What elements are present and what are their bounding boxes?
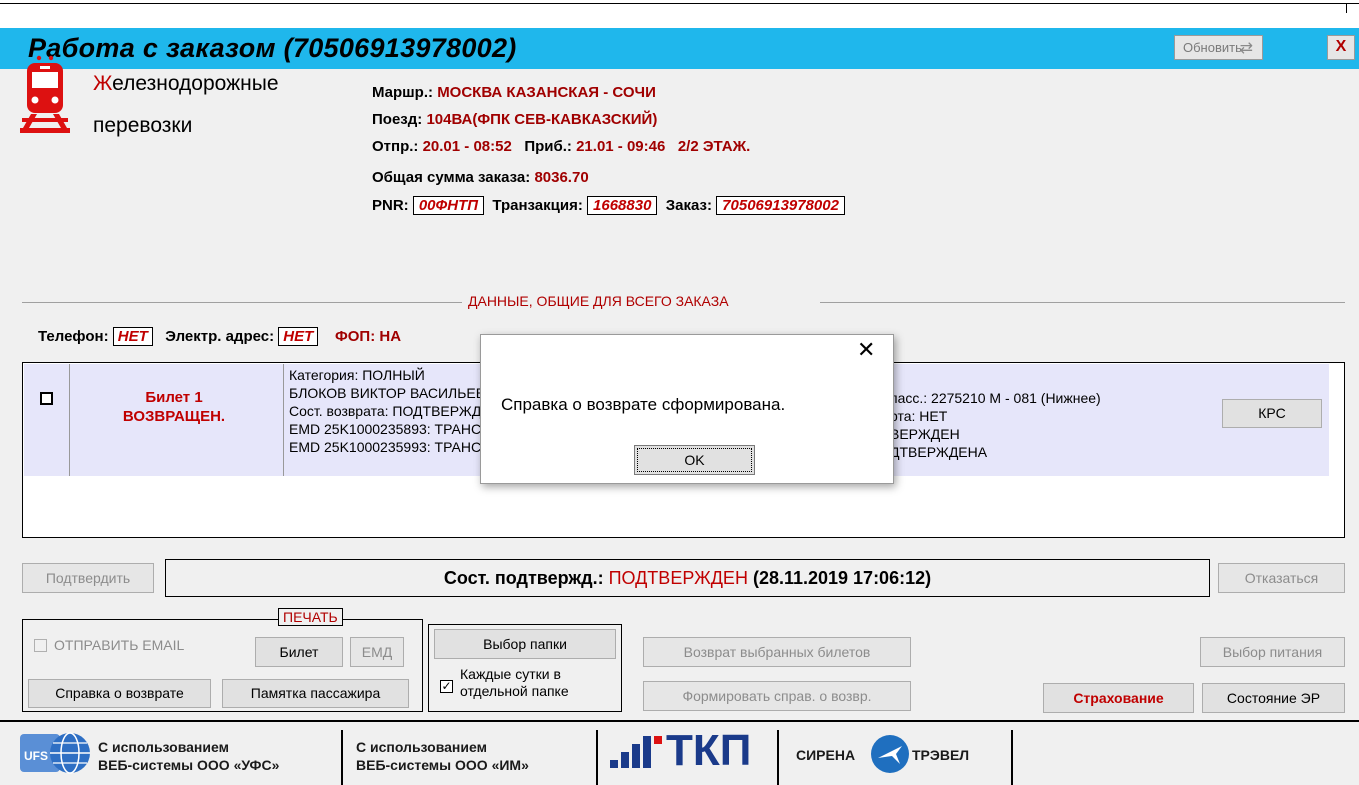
floor-value: 2/2 ЭТАЖ. — [677, 138, 751, 155]
total-line: Общая сумма заказа: 8036.70 — [372, 169, 589, 186]
send-email-checkbox[interactable] — [34, 639, 47, 652]
title-bar: Работа с заказом (70506913978002) Обнови… — [0, 28, 1359, 69]
departure-value: 20.01 - 08:52 — [422, 138, 512, 155]
ufs-logo-icon: UFS — [20, 732, 90, 774]
ticket-details: Категория: ПОЛНЫЙ БЛОКОВ ВИКТОР ВАСИЛЬЕВ… — [289, 367, 511, 455]
return-selected-button[interactable]: Возврат выбранных билетов — [643, 637, 911, 667]
footer-divider — [596, 730, 598, 785]
refund-dialog: ✕ Справка о возврате сформирована. OK — [480, 334, 894, 484]
common-data-title: ДАННЫЕ, ОБЩИЕ ДЛЯ ВСЕГО ЗАКАЗА — [468, 293, 729, 309]
cancel-button[interactable]: Отказаться — [1218, 563, 1345, 593]
insurance-button[interactable]: Страхование — [1043, 683, 1194, 713]
dialog-titlebar: ✕ — [481, 335, 893, 373]
sirena-left-text: СИРЕНА — [796, 747, 856, 763]
group-divider-right — [820, 302, 1345, 303]
window-title: Работа с заказом (70506913978002) — [28, 33, 517, 63]
departure-line: Отпр.: 20.01 - 08:52 Приб.: 21.01 - 09:4… — [372, 138, 751, 155]
choose-folder-button[interactable]: Выбор папки — [434, 629, 616, 659]
contacts-line: Телефон: НЕТ Электр. адрес: НЕТ ФОП: НА — [38, 327, 402, 346]
company-name-line1: Железнодорожные — [93, 72, 279, 95]
top-border-tick — [1346, 3, 1347, 13]
confirm-button[interactable]: Подтвердить — [22, 563, 154, 593]
ufs-caption: С использованием ВЕБ-системы ООО «УФС» — [98, 739, 280, 773]
phone-value: НЕТ — [112, 327, 153, 346]
ticket-status: Билет 1 ВОЗВРАЩЕН. — [122, 389, 226, 425]
tkp-logo-text: ТКП — [666, 726, 752, 775]
im-caption: С использованием ВЕБ-системы ООО «ИМ» — [356, 739, 529, 773]
footer-im: С использованием ВЕБ-системы ООО «ИМ» — [356, 722, 591, 785]
email-value: НЕТ — [278, 327, 319, 346]
fop-value: НА — [379, 328, 402, 345]
form-refund-button[interactable]: Формировать справ. о возвр. — [643, 681, 911, 711]
refresh-button[interactable]: Обновить ⇄ — [1174, 35, 1263, 60]
ticket-select-checkbox[interactable] — [40, 392, 53, 405]
route-value: МОСКВА КАЗАНСКАЯ - СОЧИ — [437, 84, 656, 101]
sirena-plane-icon — [871, 735, 909, 773]
print-emd-button[interactable]: ЕМД — [350, 637, 404, 667]
footer-divider — [777, 730, 779, 785]
train-line: Поезд: 104ВА(ФПК СЕВ-КАВКАЗСКИЙ) — [372, 111, 658, 128]
footer-sirena: СИРЕНА ТРЭВЕЛ — [796, 722, 1011, 785]
order-value: 70506913978002 — [716, 196, 845, 215]
meal-selection-button[interactable]: Выбор питания — [1200, 637, 1345, 667]
confirm-status-time: (28.11.2019 17:06:12) — [752, 568, 932, 588]
sirena-right-text: ТРЭВЕЛ — [912, 747, 970, 763]
pnr-value: 00ФНТП — [412, 196, 485, 215]
route-line: Маршр.: МОСКВА КАЗАНСКАЯ - СОЧИ — [372, 84, 656, 101]
daily-folder-label: Каждые сутки в отдельной папке — [460, 666, 569, 699]
train-icon — [20, 55, 70, 133]
tkp-logo-icon — [610, 736, 662, 768]
daily-folder-checkbox[interactable]: ✓ — [440, 680, 453, 693]
confirm-status-value: ПОДТВЕРЖДЕН — [608, 568, 748, 588]
print-title: ПЕЧАТЬ — [278, 608, 343, 626]
refresh-label: Обновить — [1183, 40, 1242, 55]
ufs-logo-text: UFS — [24, 749, 48, 763]
dialog-message: Справка о возврате сформирована. — [501, 395, 786, 414]
train-value: 104ВА(ФПК СЕВ-КАВКАЗСКИЙ) — [426, 111, 658, 128]
group-divider-left — [22, 302, 462, 303]
confirm-status: Сост. подтвержд.: ПОДТВЕРЖДЕН (28.11.201… — [165, 559, 1210, 597]
close-window-button[interactable]: X — [1327, 35, 1355, 60]
column-divider — [283, 364, 284, 476]
column-divider — [69, 364, 70, 476]
transaction-value: 1668830 — [587, 196, 658, 215]
refresh-icon: ⇄ — [1239, 40, 1253, 57]
top-border-line — [0, 3, 1359, 4]
company-name-line2: перевозки — [93, 114, 193, 137]
total-value: 8036.70 — [534, 169, 589, 186]
er-state-button[interactable]: Состояние ЭР — [1202, 683, 1345, 713]
dialog-ok-button[interactable]: OK — [634, 445, 755, 475]
ids-line: PNR: 00ФНТП Транзакция: 1668830 Заказ: 7… — [372, 196, 845, 215]
arrival-value: 21.01 - 09:46 — [576, 138, 666, 155]
footer-divider — [341, 730, 343, 785]
refund-certificate-button[interactable]: Справка о возврате — [28, 679, 211, 708]
ticket-right-details: пасс.: 2275210 М - 081 (Нижнее) рта: НЕТ… — [890, 390, 1101, 460]
fop-label: ФОП: — [334, 328, 376, 345]
send-email-label: ОТПРАВИТЬ EMAIL — [54, 637, 185, 653]
footer-tkp: ТКП — [608, 722, 773, 785]
dialog-close-icon[interactable]: ✕ — [857, 337, 875, 363]
footer-ufs: UFS С использованием ВЕБ-системы ООО «УФ… — [20, 722, 335, 785]
footer-divider — [1011, 730, 1013, 785]
passenger-memo-button[interactable]: Памятка пассажира — [222, 679, 409, 708]
krs-button[interactable]: КРС — [1222, 399, 1322, 428]
print-ticket-button[interactable]: Билет — [255, 637, 343, 667]
